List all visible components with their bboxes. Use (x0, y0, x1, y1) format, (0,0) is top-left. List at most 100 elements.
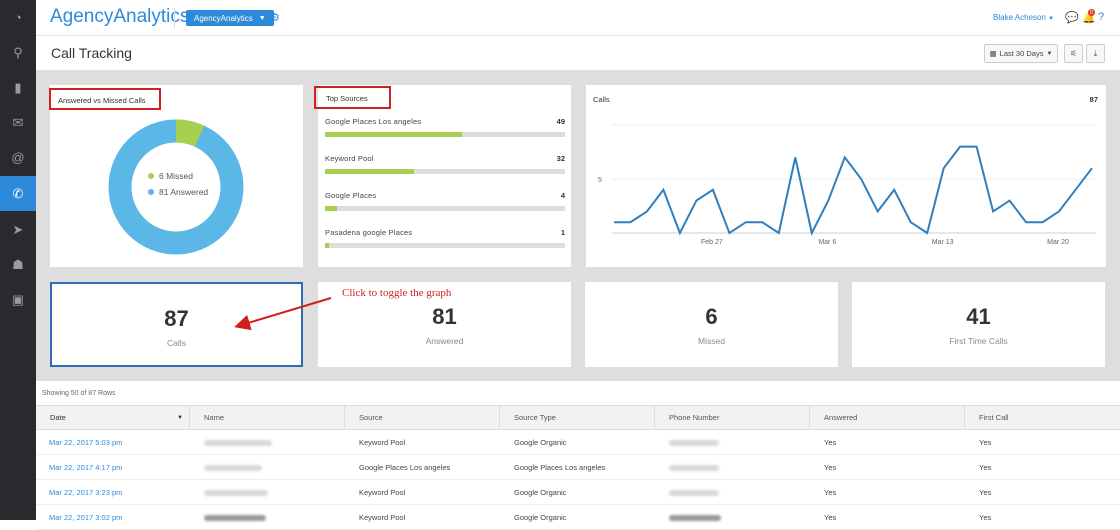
calls-series-line[interactable] (614, 145, 1093, 236)
sidebar-mentions[interactable]: @ (0, 140, 36, 175)
caret-down-icon: ▼ (1048, 16, 1055, 22)
col-first-call[interactable]: First Call (965, 406, 1120, 430)
source-name: Keyword Pool (325, 154, 374, 163)
answered-legend-dot (148, 189, 154, 195)
col-header-label: Answered (824, 413, 858, 422)
caret-down-icon: ▼ (258, 14, 266, 22)
sidebar-campaigns[interactable]: ➤ (0, 212, 36, 247)
source-name: Pasadena google Places (325, 228, 413, 237)
date-range-label: Last 30 Days (999, 49, 1044, 58)
row-source: Google Places Los angeles (359, 463, 451, 472)
user-name: Blake Acheson (993, 13, 1046, 22)
row-source: Keyword Pool (359, 488, 406, 497)
row-first-call: Yes (979, 463, 992, 472)
row-source: Keyword Pool (359, 438, 406, 447)
col-header-label: Source (359, 413, 383, 422)
row-date-link[interactable]: Mar 22, 2017 5:03 pm (49, 430, 122, 455)
col-name[interactable]: Name (190, 406, 345, 430)
top-sources-card: Top Sources Google Places Los angeles 49… (318, 85, 571, 267)
x-tick-label: Mar 13 (932, 239, 954, 246)
source-name: Google Places Los angeles (325, 117, 422, 126)
stat-card-missed[interactable]: 6 Missed (585, 282, 838, 367)
filter-button[interactable]: ⚟ (1064, 44, 1083, 63)
user-menu[interactable]: Blake Acheson ▼ (993, 13, 1054, 22)
col-date[interactable]: Date ▼ (36, 406, 190, 430)
source-bar-fill (325, 206, 337, 211)
app-logo[interactable]: AgencyAnalytics (50, 6, 189, 28)
sidebar-dashboard[interactable]: ◔ (0, 0, 36, 35)
row-date-link[interactable]: Mar 22, 2017 3:02 pm (49, 505, 122, 530)
bar-chart-icon: ▮ (14, 79, 22, 95)
missed-legend-dot (148, 173, 154, 179)
highlight-box-top-sources (314, 86, 391, 109)
col-header-label: First Call (979, 413, 1009, 422)
col-source-type[interactable]: Source Type (500, 406, 655, 430)
source-count: 1 (560, 228, 565, 237)
sidebar-tasks[interactable]: ▣ (0, 282, 36, 317)
dashboard-icon: ◔ (14, 10, 22, 25)
search-icon: ⚲ (13, 44, 23, 60)
sidebar-search[interactable]: ⚲ (0, 35, 36, 70)
stat-card-first-time-calls[interactable]: 41 First Time Calls (852, 282, 1105, 367)
row-date-link[interactable]: Mar 22, 2017 4:17 pm (49, 455, 122, 480)
table-row[interactable]: Mar 22, 2017 5:03 pm Keyword Pool Google… (36, 430, 1120, 455)
col-phone-number[interactable]: Phone Number (655, 406, 810, 430)
row-answered: Yes (824, 438, 837, 447)
col-answered[interactable]: Answered (810, 406, 965, 430)
agency-switcher-label: AgencyAnalytics (194, 13, 253, 23)
x-tick-label: Feb 27 (701, 239, 723, 246)
calls-chart-card: Calls 87 5 Feb 27 Mar 6 Mar 13 Mar 20 (586, 85, 1106, 267)
source-count: 4 (560, 191, 565, 200)
sidebar: ◔ ⚲ ▮ ✉ @ ✆ ➤ ☗ ▣ (0, 0, 36, 520)
send-icon: ➤ (12, 221, 24, 237)
stat-value: 6 (705, 304, 718, 329)
page-header: Call Tracking ▦ Last 30 Days ▼ ⚟ ⤓ (36, 36, 1120, 71)
source-count: 49 (556, 117, 565, 126)
table-header: Date ▼ Name Source Source Type Phone Numb… (36, 405, 1120, 430)
table-row[interactable]: Mar 22, 2017 3:23 pm Keyword Pool Google… (36, 480, 1120, 505)
page-title: Call Tracking (51, 45, 132, 61)
source-bar-track (325, 243, 565, 248)
row-source-type: Google Places Los angeles (514, 463, 606, 472)
phone-icon: ✆ (12, 185, 24, 201)
sidebar-reports[interactable]: ▮ (0, 70, 36, 105)
agency-switcher-button[interactable]: AgencyAnalytics ▼ (186, 10, 274, 26)
row-date-link[interactable]: Mar 22, 2017 3:23 pm (49, 480, 122, 505)
row-name-redacted (204, 455, 262, 480)
sidebar-users[interactable]: ☗ (0, 247, 36, 282)
row-first-call: Yes (979, 513, 992, 522)
missed-legend-label: 6 Missed (159, 171, 193, 181)
row-phone-redacted (669, 480, 719, 505)
calls-line-chart[interactable]: Calls 87 5 Feb 27 Mar 6 Mar 13 Mar 20 (586, 85, 1106, 267)
download-icon: ⤓ (1093, 48, 1098, 58)
table-row[interactable]: Mar 22, 2017 3:02 pm Keyword Pool Google… (36, 505, 1120, 530)
x-tick-label: Mar 20 (1047, 239, 1069, 246)
top-bar: AgencyAnalytics AgencyAnalytics ▼ ⚙ Blake… (36, 0, 1120, 36)
table-row[interactable]: Mar 22, 2017 4:17 pm Google Places Los a… (36, 455, 1120, 480)
source-name: Google Places (325, 191, 377, 200)
sidebar-call-tracking[interactable]: ✆ (0, 176, 36, 211)
donut-chart[interactable]: 6 Missed 81 Answered (50, 85, 303, 267)
source-bar-fill (325, 169, 414, 174)
gear-icon[interactable]: ⚙ (270, 11, 280, 24)
row-answered: Yes (824, 463, 837, 472)
row-phone-redacted (669, 455, 719, 480)
y-tick-label: 5 (598, 177, 602, 184)
chat-icon: ✉ (12, 114, 24, 130)
row-count-text: Showing 50 of 87 Rows (42, 390, 116, 397)
source-bar-fill (325, 243, 329, 248)
date-range-button[interactable]: ▦ Last 30 Days ▼ (984, 44, 1058, 63)
annotation-arrow (234, 297, 332, 331)
at-icon: @ (11, 150, 25, 165)
sidebar-messages[interactable]: ✉ (0, 105, 36, 140)
row-answered: Yes (824, 513, 837, 522)
row-name-redacted (204, 505, 266, 530)
col-source[interactable]: Source (345, 406, 500, 430)
logo-divider (174, 8, 175, 28)
caret-down-icon: ▼ (1046, 50, 1053, 57)
help-icon[interactable]: ? (1098, 11, 1104, 23)
download-button[interactable]: ⤓ (1086, 44, 1105, 63)
source-bar-fill (325, 132, 462, 137)
stat-value: 41 (966, 304, 991, 329)
chat-bubbles-icon[interactable]: 💬 (1065, 11, 1079, 24)
